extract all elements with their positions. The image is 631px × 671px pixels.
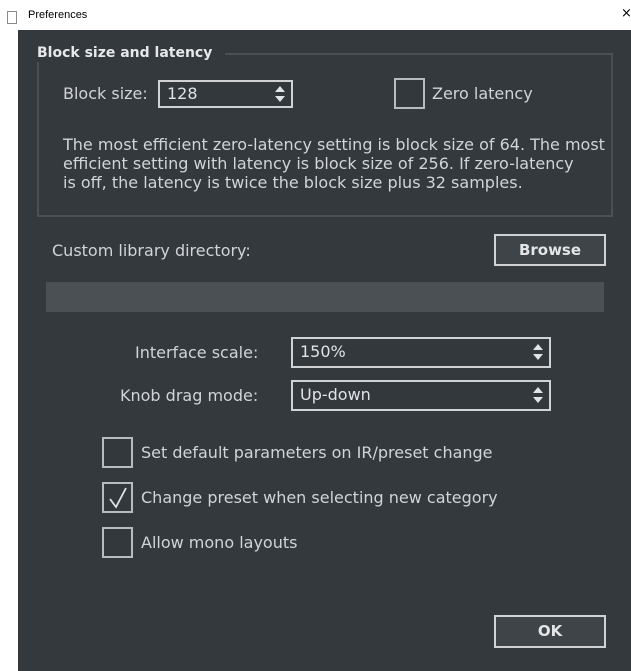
title-bar: Preferences × [0, 0, 631, 30]
mono-layouts-checkbox[interactable] [102, 527, 133, 558]
interface-scale-label: Interface scale: [135, 343, 259, 362]
interface-scale-value: 150% [300, 342, 346, 361]
preferences-window: Preferences × Block size and latency Blo… [0, 0, 631, 671]
info-line: is off, the latency is twice the block s… [63, 173, 523, 192]
library-directory-field[interactable] [46, 282, 604, 312]
window-title: Preferences [28, 9, 88, 21]
document-icon [7, 11, 17, 24]
up-down-arrows-icon [533, 387, 543, 403]
info-line: The most efficient zero-latency setting … [63, 135, 605, 154]
ok-button[interactable]: OK [494, 615, 606, 648]
block-size-label: Block size: [63, 84, 148, 103]
info-line: efficient setting with latency is block … [63, 154, 574, 173]
up-down-arrows-icon [275, 86, 285, 102]
close-icon[interactable]: × [621, 7, 631, 21]
change-preset-label: Change preset when selecting new categor… [141, 488, 498, 507]
mono-layouts-label: Allow mono layouts [141, 533, 298, 552]
latency-info-text: The most efficient zero-latency setting … [63, 135, 608, 192]
checkmark-icon [109, 487, 127, 509]
browse-button[interactable]: Browse [494, 234, 606, 266]
knob-drag-mode-select[interactable]: Up-down [291, 380, 551, 411]
block-size-value: 128 [167, 84, 198, 103]
change-preset-checkbox[interactable] [102, 482, 133, 513]
up-down-arrows-icon [533, 344, 543, 360]
knob-drag-mode-value: Up-down [300, 385, 371, 404]
zero-latency-label: Zero latency [432, 84, 533, 103]
interface-scale-select[interactable]: 150% [291, 337, 551, 368]
default-params-checkbox[interactable] [102, 437, 133, 468]
zero-latency-checkbox[interactable] [394, 78, 425, 109]
preferences-panel: Block size and latency Block size: 128 Z… [18, 30, 631, 671]
knob-drag-mode-label: Knob drag mode: [120, 386, 259, 405]
group-title: Block size and latency [21, 44, 226, 62]
default-params-label: Set default parameters on IR/preset chan… [141, 443, 493, 462]
block-size-select[interactable]: 128 [158, 80, 293, 108]
custom-library-label: Custom library directory: [52, 241, 251, 260]
